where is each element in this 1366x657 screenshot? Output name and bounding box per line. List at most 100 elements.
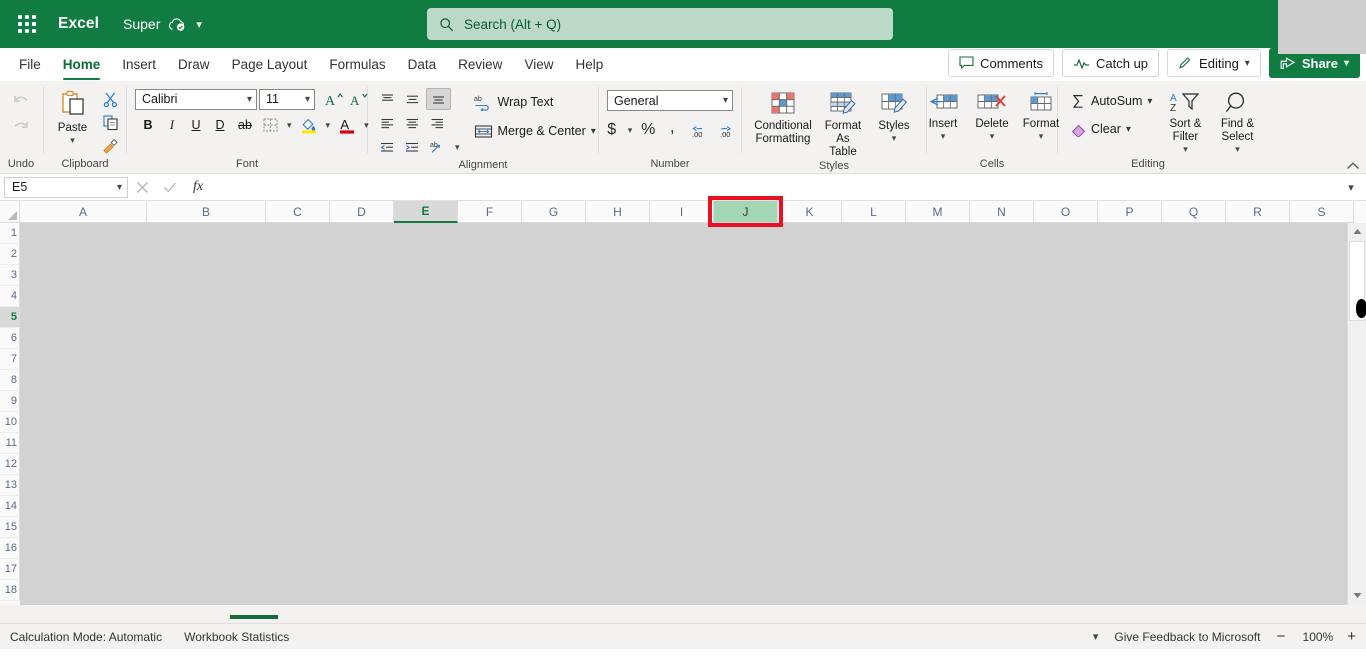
chevron-down-icon[interactable]: ▾ bbox=[284, 114, 295, 136]
tab-draw[interactable]: Draw bbox=[167, 53, 221, 80]
sort-filter-button[interactable]: A Z Sort & Filter ▾ bbox=[1161, 88, 1209, 154]
column-header-r[interactable]: R bbox=[1226, 201, 1290, 223]
zoom-in-icon[interactable]: + bbox=[1347, 629, 1356, 644]
column-header-o[interactable]: O bbox=[1034, 201, 1098, 223]
column-header-q[interactable]: Q bbox=[1162, 201, 1226, 223]
expand-formula-bar-icon[interactable]: ▾ bbox=[1340, 181, 1362, 194]
row-header-8[interactable]: 8 bbox=[0, 370, 20, 391]
column-header-s[interactable]: S bbox=[1290, 201, 1354, 223]
align-middle-button[interactable] bbox=[401, 88, 424, 110]
sheet-tab-bar[interactable] bbox=[0, 605, 1366, 623]
tab-review[interactable]: Review bbox=[447, 53, 513, 80]
zoom-level-value[interactable]: 100% bbox=[1299, 630, 1334, 644]
tab-formulas[interactable]: Formulas bbox=[318, 53, 396, 80]
column-header-l[interactable]: L bbox=[842, 201, 906, 223]
cell-styles-button[interactable]: Styles ▾ bbox=[870, 88, 918, 143]
row-header-10[interactable]: 10 bbox=[0, 412, 20, 433]
text-orientation-button[interactable]: ab bbox=[426, 136, 450, 158]
name-box[interactable]: E5 ▾ bbox=[4, 176, 128, 198]
catch-up-button[interactable]: Catch up bbox=[1062, 49, 1160, 77]
vertical-scrollbar[interactable] bbox=[1347, 223, 1366, 605]
delete-cells-button[interactable]: Delete ▾ bbox=[968, 88, 1016, 141]
align-right-button[interactable] bbox=[426, 112, 449, 134]
align-bottom-button[interactable] bbox=[426, 88, 451, 110]
percent-format-button[interactable]: % bbox=[637, 119, 659, 141]
row-header-9[interactable]: 9 bbox=[0, 391, 20, 412]
chevron-down-icon[interactable]: ▾ bbox=[323, 114, 334, 136]
tab-data[interactable]: Data bbox=[397, 53, 448, 80]
find-select-button[interactable]: Find & Select ▾ bbox=[1213, 88, 1261, 154]
column-header-g[interactable]: G bbox=[522, 201, 586, 223]
feedback-link[interactable]: Give Feedback to Microsoft bbox=[1114, 630, 1260, 644]
column-header-c[interactable]: C bbox=[266, 201, 330, 223]
editing-mode-button[interactable]: Editing ▾ bbox=[1167, 49, 1261, 77]
zoom-out-icon[interactable]: − bbox=[1276, 629, 1285, 644]
search-input[interactable]: Search (Alt + Q) bbox=[427, 8, 893, 40]
calculation-mode-status[interactable]: Calculation Mode: Automatic bbox=[10, 630, 162, 644]
comments-button[interactable]: Comments bbox=[948, 49, 1054, 77]
align-center-button[interactable] bbox=[401, 112, 424, 134]
double-underline-button[interactable]: D bbox=[209, 114, 231, 136]
app-launcher-icon[interactable] bbox=[10, 7, 44, 41]
row-header-18[interactable]: 18 bbox=[0, 580, 20, 601]
tab-help[interactable]: Help bbox=[564, 53, 614, 80]
increase-font-size-button[interactable]: A bbox=[322, 88, 347, 110]
chevron-down-icon[interactable]: ▾ bbox=[70, 136, 75, 145]
column-header-n[interactable]: N bbox=[970, 201, 1034, 223]
tab-view[interactable]: View bbox=[513, 53, 564, 80]
font-color-button[interactable]: A bbox=[335, 114, 359, 136]
chevron-down-icon[interactable]: ▾ bbox=[941, 132, 946, 141]
increase-indent-button[interactable] bbox=[401, 136, 424, 158]
tab-page-layout[interactable]: Page Layout bbox=[221, 53, 319, 80]
bold-button[interactable]: B bbox=[137, 114, 159, 136]
status-overflow-chevron-icon[interactable]: ▾ bbox=[1093, 630, 1099, 643]
conditional-formatting-button[interactable]: Conditional Formatting bbox=[750, 88, 816, 146]
column-header-i[interactable]: I bbox=[650, 201, 714, 223]
confirm-entry-button[interactable] bbox=[156, 176, 184, 198]
chevron-down-icon[interactable]: ▾ bbox=[1235, 145, 1240, 154]
chevron-down-icon[interactable]: ▾ bbox=[625, 119, 636, 141]
chevron-down-icon[interactable]: ▾ bbox=[1147, 96, 1152, 107]
insert-function-button[interactable]: fx bbox=[184, 176, 212, 198]
tab-insert[interactable]: Insert bbox=[111, 53, 167, 80]
comma-format-button[interactable]: , bbox=[661, 117, 683, 141]
column-header-f[interactable]: F bbox=[458, 201, 522, 223]
column-header-b[interactable]: B bbox=[147, 201, 266, 223]
number-format-select[interactable]: General ▾ bbox=[607, 90, 733, 111]
borders-button[interactable] bbox=[259, 114, 282, 136]
chevron-down-icon[interactable]: ▾ bbox=[1183, 145, 1188, 154]
row-header-4[interactable]: 4 bbox=[0, 286, 20, 307]
select-all-corner-icon[interactable] bbox=[0, 201, 20, 223]
chevron-down-icon[interactable]: ▾ bbox=[1039, 132, 1044, 141]
row-header-14[interactable]: 14 bbox=[0, 496, 20, 517]
column-header-k[interactable]: K bbox=[778, 201, 842, 223]
merge-center-button[interactable]: Merge & Center ▾ bbox=[469, 120, 601, 142]
currency-format-button[interactable]: $ bbox=[601, 119, 623, 141]
chevron-down-icon[interactable]: ▾ bbox=[1126, 124, 1131, 135]
increase-decimal-button[interactable]: .00 bbox=[685, 119, 711, 141]
scroll-down-arrow-icon[interactable] bbox=[1348, 587, 1366, 604]
tab-file[interactable]: File bbox=[8, 53, 52, 80]
column-header-p[interactable]: P bbox=[1098, 201, 1162, 223]
row-header-7[interactable]: 7 bbox=[0, 349, 20, 370]
clear-button[interactable]: Clear ▾ bbox=[1066, 118, 1157, 140]
row-header-5[interactable]: 5 bbox=[0, 307, 20, 328]
chevron-down-icon[interactable]: ▾ bbox=[892, 134, 897, 143]
row-header-17[interactable]: 17 bbox=[0, 559, 20, 580]
row-header-3[interactable]: 3 bbox=[0, 265, 20, 286]
underline-button[interactable]: U bbox=[185, 114, 207, 136]
cut-button[interactable] bbox=[99, 88, 122, 110]
row-header-6[interactable]: 6 bbox=[0, 328, 20, 349]
cancel-entry-button[interactable] bbox=[128, 176, 156, 198]
tab-home[interactable]: Home bbox=[52, 53, 112, 80]
insert-cells-button[interactable]: Insert ▾ bbox=[919, 88, 967, 141]
format-as-table-button[interactable]: Format As Table bbox=[818, 88, 868, 159]
undo-button[interactable] bbox=[8, 90, 34, 112]
redo-button[interactable] bbox=[8, 116, 34, 138]
row-header-16[interactable]: 16 bbox=[0, 538, 20, 559]
font-size-select[interactable]: 11 ▾ bbox=[259, 88, 315, 110]
align-left-button[interactable] bbox=[376, 112, 399, 134]
cells-area[interactable] bbox=[20, 223, 1366, 605]
column-header-j[interactable]: J bbox=[708, 196, 783, 227]
chevron-down-icon[interactable]: ▾ bbox=[452, 136, 463, 158]
